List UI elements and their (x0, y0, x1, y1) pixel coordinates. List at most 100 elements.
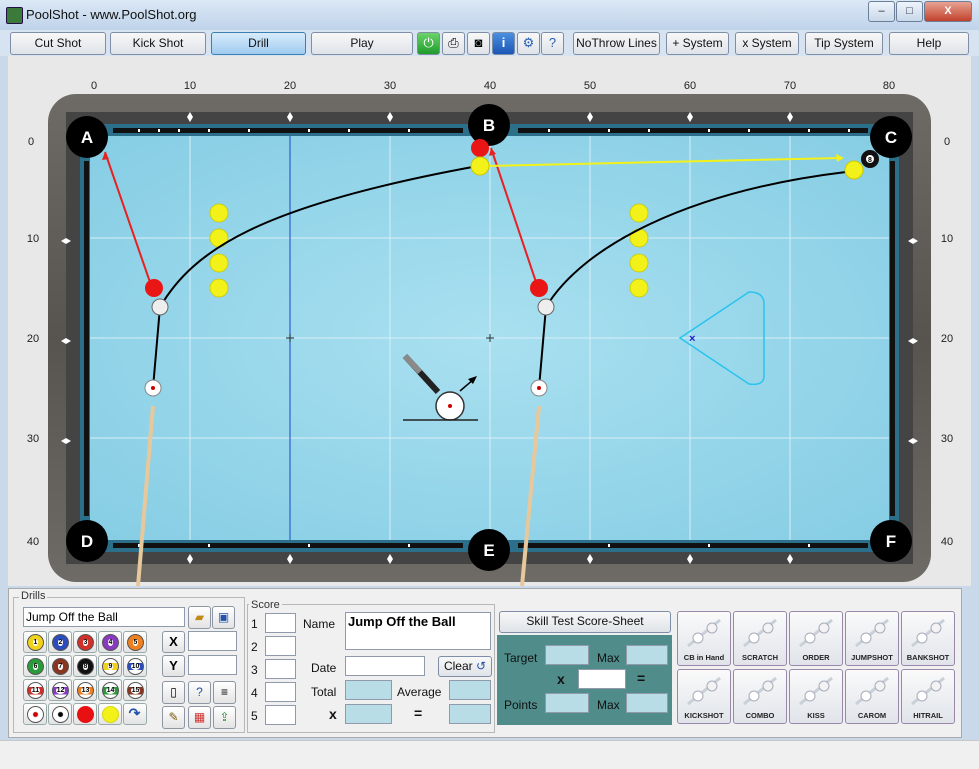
power-icon[interactable]: ⏻ (417, 32, 440, 55)
skill-test-score-sheet-button[interactable]: Skill Test Score-Sheet (499, 611, 671, 633)
name-input[interactable]: Jump Off the Ball (345, 612, 491, 650)
color-palette-icon[interactable]: ▦ (188, 706, 211, 729)
max-input[interactable] (626, 645, 668, 665)
score-row-label: 2 (251, 640, 258, 654)
shot-type-hitrail-button[interactable]: HITRAIL (901, 669, 955, 724)
new-document-icon[interactable]: ▯ (162, 681, 185, 704)
score-input-3[interactable] (265, 659, 296, 679)
shot-type-scratch-button[interactable]: SCRATCH (733, 611, 787, 666)
ball-number: 15 (130, 687, 141, 694)
ball-button-2[interactable]: 2 (48, 631, 72, 653)
ball-button-10[interactable]: 10 (123, 655, 147, 677)
red-ball-right[interactable] (530, 279, 548, 297)
ball-button-8[interactable]: 8 (73, 655, 97, 677)
drill-name-input[interactable]: Jump Off the Ball (23, 607, 185, 627)
skill-multiplier-input[interactable] (578, 669, 626, 689)
redo-button[interactable]: ↷ (123, 703, 147, 725)
yellow-ball-top[interactable] (470, 156, 490, 176)
list-icon[interactable]: ≡ (213, 681, 236, 704)
ghost-cue-ball-right[interactable] (537, 298, 555, 316)
help-button[interactable]: Help (889, 32, 969, 55)
ball-button-1[interactable]: 1 (23, 631, 47, 653)
ball-button-12[interactable]: 12 (48, 679, 72, 701)
shot-type-cb-in-hand-button[interactable]: CB in Hand (677, 611, 731, 666)
yellow-ball-corner[interactable] (844, 160, 864, 180)
save-icon[interactable]: ▣ (212, 606, 235, 629)
notes-icon[interactable]: ✎ (162, 706, 185, 729)
ball-button-13[interactable]: 13 (73, 679, 97, 701)
camera-icon[interactable]: ◙ (467, 32, 490, 55)
x-ruler-label: 50 (584, 80, 596, 92)
export-icon[interactable]: ⇪ (213, 706, 236, 729)
ball-button-11[interactable]: 11 (23, 679, 47, 701)
x-ruler-label: 10 (184, 80, 196, 92)
shot-type-jumpshot-button[interactable]: JUMPSHOT (845, 611, 899, 666)
shot-type-order-button[interactable]: ORDER (789, 611, 843, 666)
red-ball-top[interactable] (471, 139, 489, 157)
cue-ball-red-dot-button[interactable] (23, 703, 47, 725)
x-coord-input[interactable] (188, 631, 237, 651)
x-system-button[interactable]: x System (735, 32, 799, 55)
document-help-icon[interactable]: ? (188, 681, 211, 704)
yellow-ball-button[interactable] (98, 703, 122, 725)
x-ruler-label: 70 (784, 80, 796, 92)
help-screen-icon[interactable]: ? (541, 32, 564, 55)
nothrow-lines-button[interactable]: NoThrow Lines (573, 32, 660, 55)
open-folder-icon[interactable]: ▰ (188, 606, 211, 629)
kick-shot-button[interactable]: Kick Shot (110, 32, 206, 55)
ball-button-7[interactable]: 7 (48, 655, 72, 677)
shot-type-kiss-button[interactable]: KISS (789, 669, 843, 724)
ball-button-3[interactable]: 3 (73, 631, 97, 653)
y-coord-button[interactable]: Y (162, 655, 185, 677)
minimize-button[interactable]: – (868, 1, 895, 22)
gear-icon[interactable]: ⚙ (517, 32, 540, 55)
cue-ball-black-dot-button[interactable] (48, 703, 72, 725)
ball-button-9[interactable]: 9 (98, 655, 122, 677)
play-button[interactable]: Play (311, 32, 413, 55)
shot-type-label: BANKSHOT (906, 653, 950, 662)
shot-diagram-icon (743, 676, 777, 706)
drill-button[interactable]: Drill (211, 32, 306, 55)
close-button[interactable]: X (924, 1, 972, 22)
shot-type-bankshot-button[interactable]: BANKSHOT (901, 611, 955, 666)
window-title: PoolShot - www.PoolShot.org (26, 7, 197, 22)
score-input-4[interactable] (265, 682, 296, 702)
ball-button-14[interactable]: 14 (98, 679, 122, 701)
ball-button-5[interactable]: 5 (123, 631, 147, 653)
clear-button[interactable]: Clear ↺ (438, 656, 492, 677)
total-input[interactable] (345, 680, 392, 700)
shot-diagram-icon (743, 618, 777, 648)
cut-shot-button[interactable]: Cut Shot (10, 32, 106, 55)
score-input-5[interactable] (265, 705, 296, 725)
info-icon[interactable]: i (492, 32, 515, 55)
ball-button-15[interactable]: 15 (123, 679, 147, 701)
printer-icon[interactable]: ⎙ (442, 32, 465, 55)
max2-input[interactable] (626, 693, 668, 713)
points-input[interactable] (545, 693, 589, 713)
x-coord-button[interactable]: X (162, 631, 185, 653)
ball-button-4[interactable]: 4 (98, 631, 122, 653)
y-coord-input[interactable] (188, 655, 237, 675)
multiplier-input[interactable] (345, 704, 392, 724)
score-input-1[interactable] (265, 613, 296, 633)
status-bar (0, 740, 979, 769)
tip-system-button[interactable]: Tip System (805, 32, 883, 55)
average-input[interactable] (449, 680, 491, 700)
multiply-label: x (329, 706, 337, 722)
ball-number: 11 (30, 687, 41, 694)
pool-table[interactable]: 0 10 20 30 40 50 60 70 80 0 10 20 30 40 … (8, 56, 971, 587)
result-input[interactable] (449, 704, 491, 724)
shot-type-kickshot-button[interactable]: KICKSHOT (677, 669, 731, 724)
maximize-button[interactable]: □ (896, 1, 923, 22)
plus-system-button[interactable]: + System (666, 32, 729, 55)
ghost-cue-ball-left[interactable] (151, 298, 169, 316)
shot-type-carom-button[interactable]: CAROM (845, 669, 899, 724)
shot-type-combo-button[interactable]: COMBO (733, 669, 787, 724)
score-input-2[interactable] (265, 636, 296, 656)
target-input[interactable] (545, 645, 589, 665)
ball-button-6[interactable]: 6 (23, 655, 47, 677)
pocket-label: F (886, 532, 896, 551)
red-ball-button[interactable] (73, 703, 97, 725)
red-ball-left[interactable] (145, 279, 163, 297)
date-input[interactable] (345, 656, 425, 676)
